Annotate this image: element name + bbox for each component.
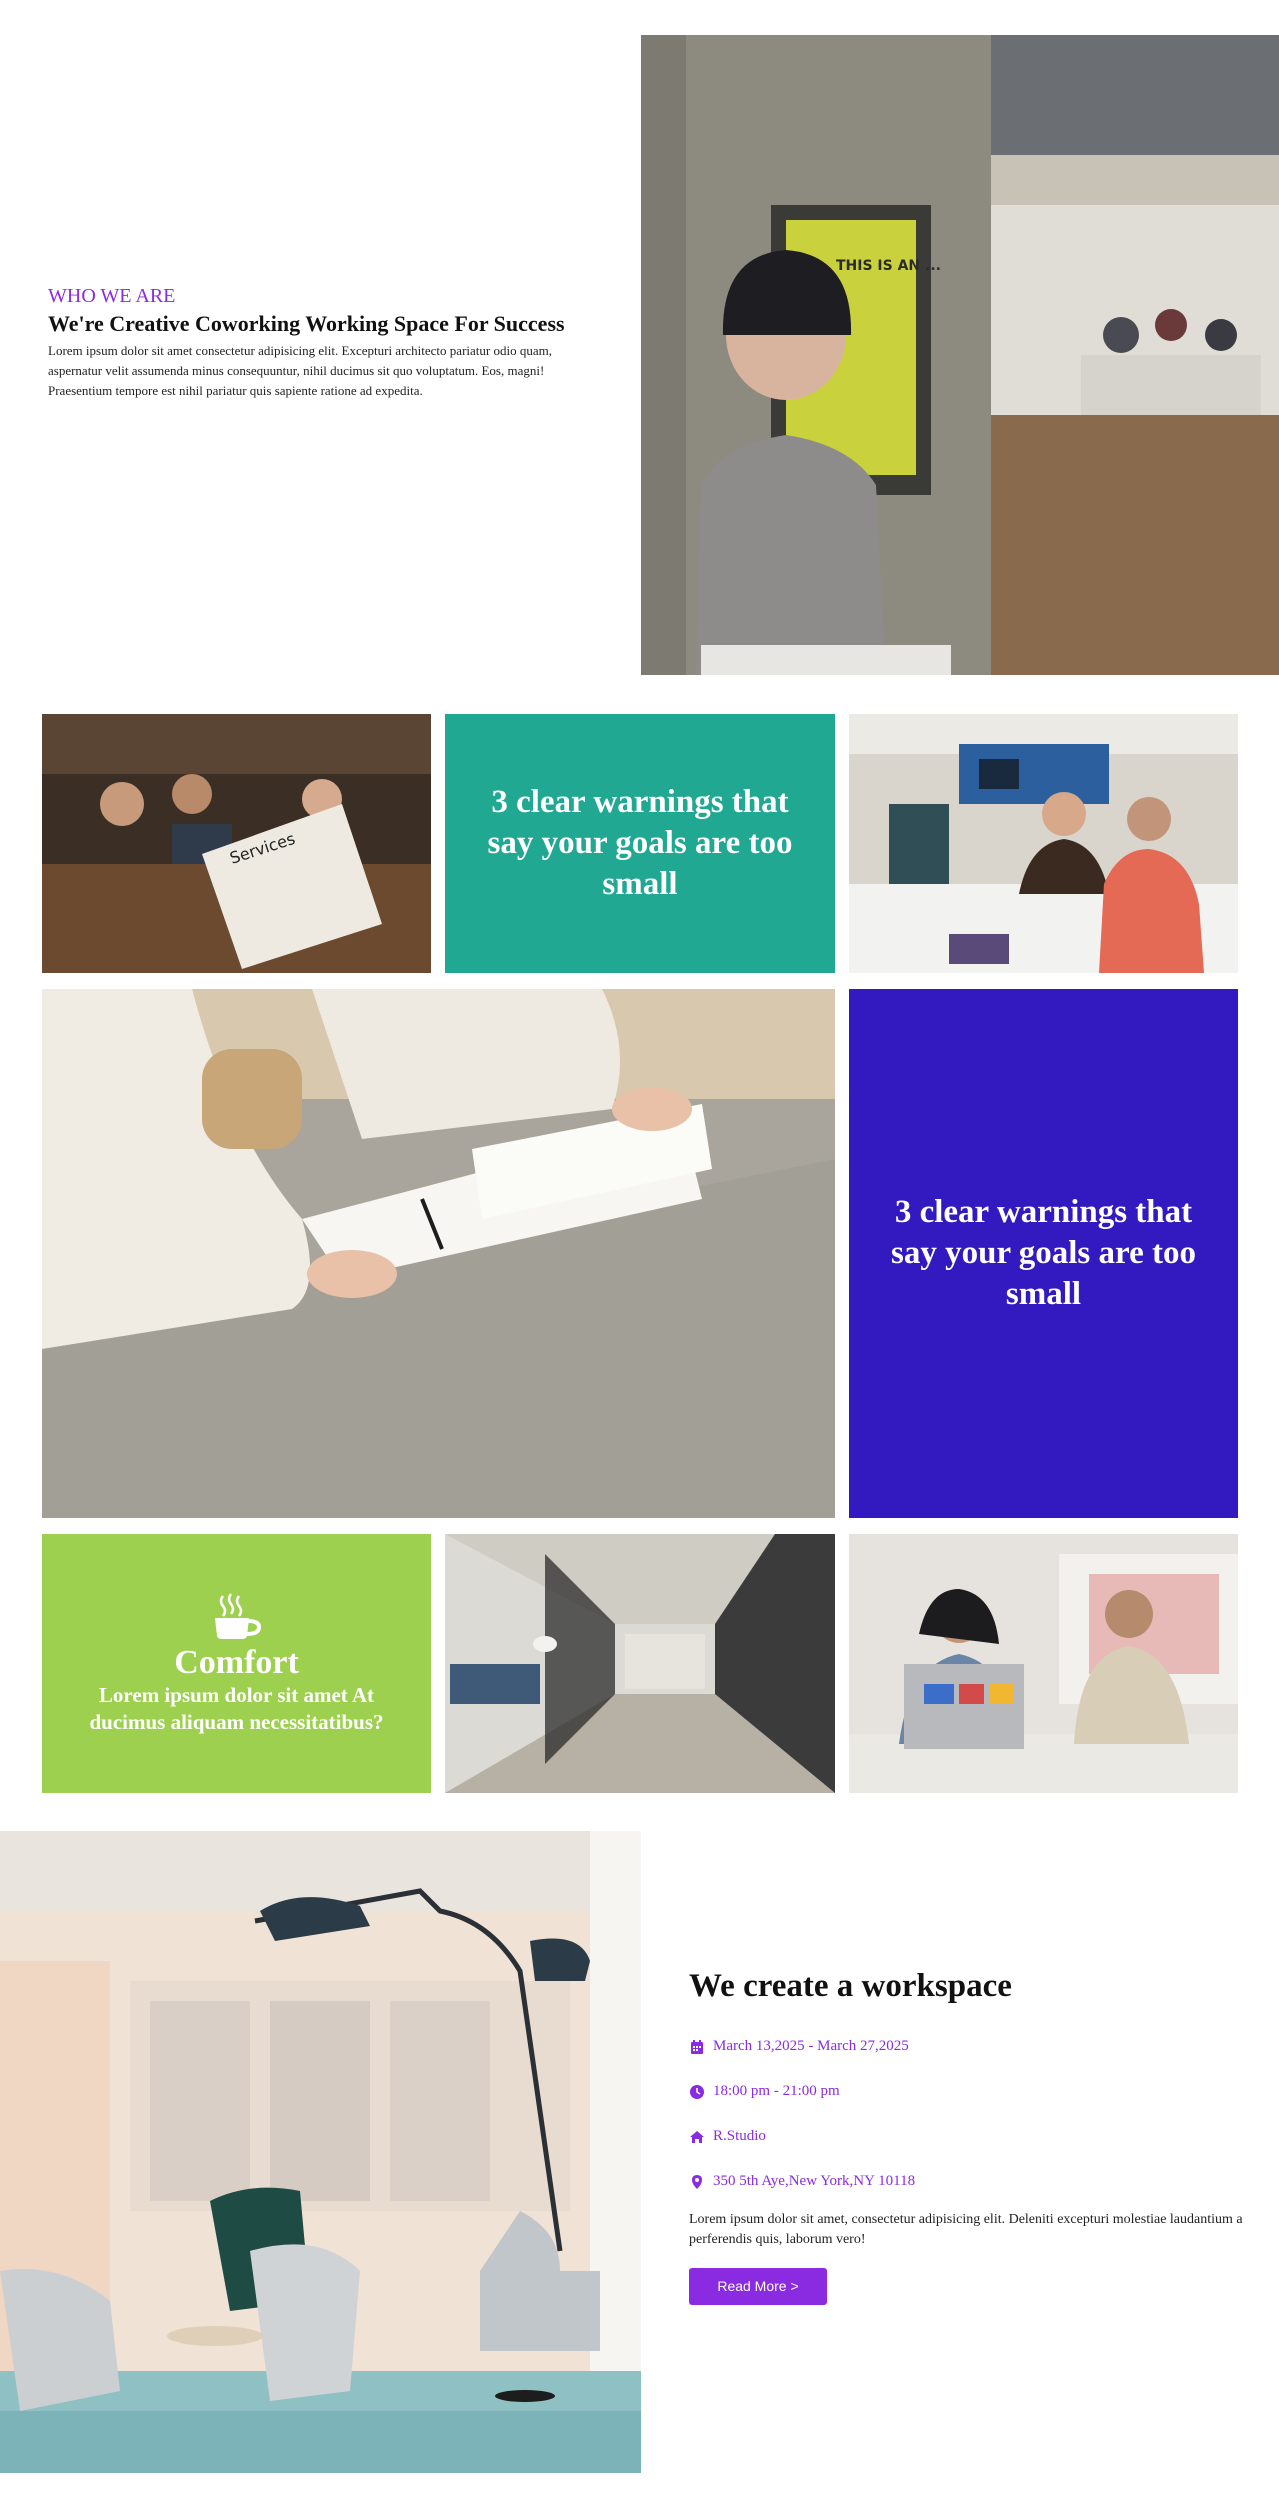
about-eyebrow: WHO WE ARE: [48, 285, 176, 307]
about-title: We're Creative Coworking Working Space F…: [48, 311, 565, 336]
event-venue-text: R.Studio: [713, 2128, 766, 2144]
workspace-text-block: We create a workspace March 13,2025 - Ma…: [689, 1966, 1249, 2305]
grid-photo-signing-documents: [42, 989, 835, 1518]
event-address-text: 350 5th Aye,New York,NY 10118: [713, 2173, 916, 2189]
event-date-text: March 13,2025 - March 27,2025: [713, 2038, 909, 2054]
warning-tile-teal: 3 clear warnings that say your goals are…: [445, 714, 835, 973]
about-photo-woman-laptop: THIS IS AN ...: [641, 35, 1279, 675]
about-section: WHO WE ARE We're Creative Coworking Work…: [0, 0, 1279, 700]
home-icon: [689, 2129, 705, 2145]
warning-title-teal: 3 clear warnings that say your goals are…: [487, 784, 793, 902]
grid-photo-coworking-group: Services: [42, 714, 431, 973]
workspace-title: We create a workspace: [689, 1968, 1012, 2004]
comfort-subtitle: Lorem ipsum dolor sit amet At ducimus al…: [89, 1682, 384, 1734]
event-address: 350 5th Aye,New York,NY 10118: [689, 2159, 1249, 2204]
workspace-photo-lounge: [0, 1831, 641, 2473]
event-time-text: 18:00 pm - 21:00 pm: [713, 2083, 840, 2099]
coffee-cup-icon: [211, 1592, 263, 1640]
comfort-title: Comfort: [174, 1643, 299, 1681]
event-time: 18:00 pm - 21:00 pm: [689, 2069, 1249, 2114]
about-body: Lorem ipsum dolor sit amet consectetur a…: [48, 343, 552, 398]
warning-tile-indigo: 3 clear warnings that say your goals are…: [849, 989, 1238, 1518]
workspace-body: Lorem ipsum dolor sit amet, consectetur …: [689, 2212, 1243, 2247]
grid-photo-two-women-monitor: [849, 714, 1238, 973]
grid-photo-glass-corridor: [445, 1534, 835, 1793]
warning-title-indigo: 3 clear warnings that say your goals are…: [891, 1194, 1196, 1312]
event-venue: R.Studio: [689, 2114, 1249, 2159]
event-date: March 13,2025 - March 27,2025: [689, 2024, 1249, 2069]
grid-photo-team-laptop: [849, 1534, 1238, 1793]
calendar-icon: [689, 2039, 705, 2055]
about-text-block: WHO WE ARE We're Creative Coworking Work…: [48, 284, 588, 401]
poster-text: THIS IS AN ...: [836, 258, 941, 274]
comfort-tile: Comfort Lorem ipsum dolor sit amet At du…: [42, 1534, 431, 1793]
map-pin-icon: [689, 2174, 705, 2190]
event-info-list: March 13,2025 - March 27,2025 18:00 pm -…: [689, 2024, 1249, 2204]
clock-icon: [689, 2084, 705, 2100]
read-more-button[interactable]: Read More >: [689, 2268, 827, 2305]
